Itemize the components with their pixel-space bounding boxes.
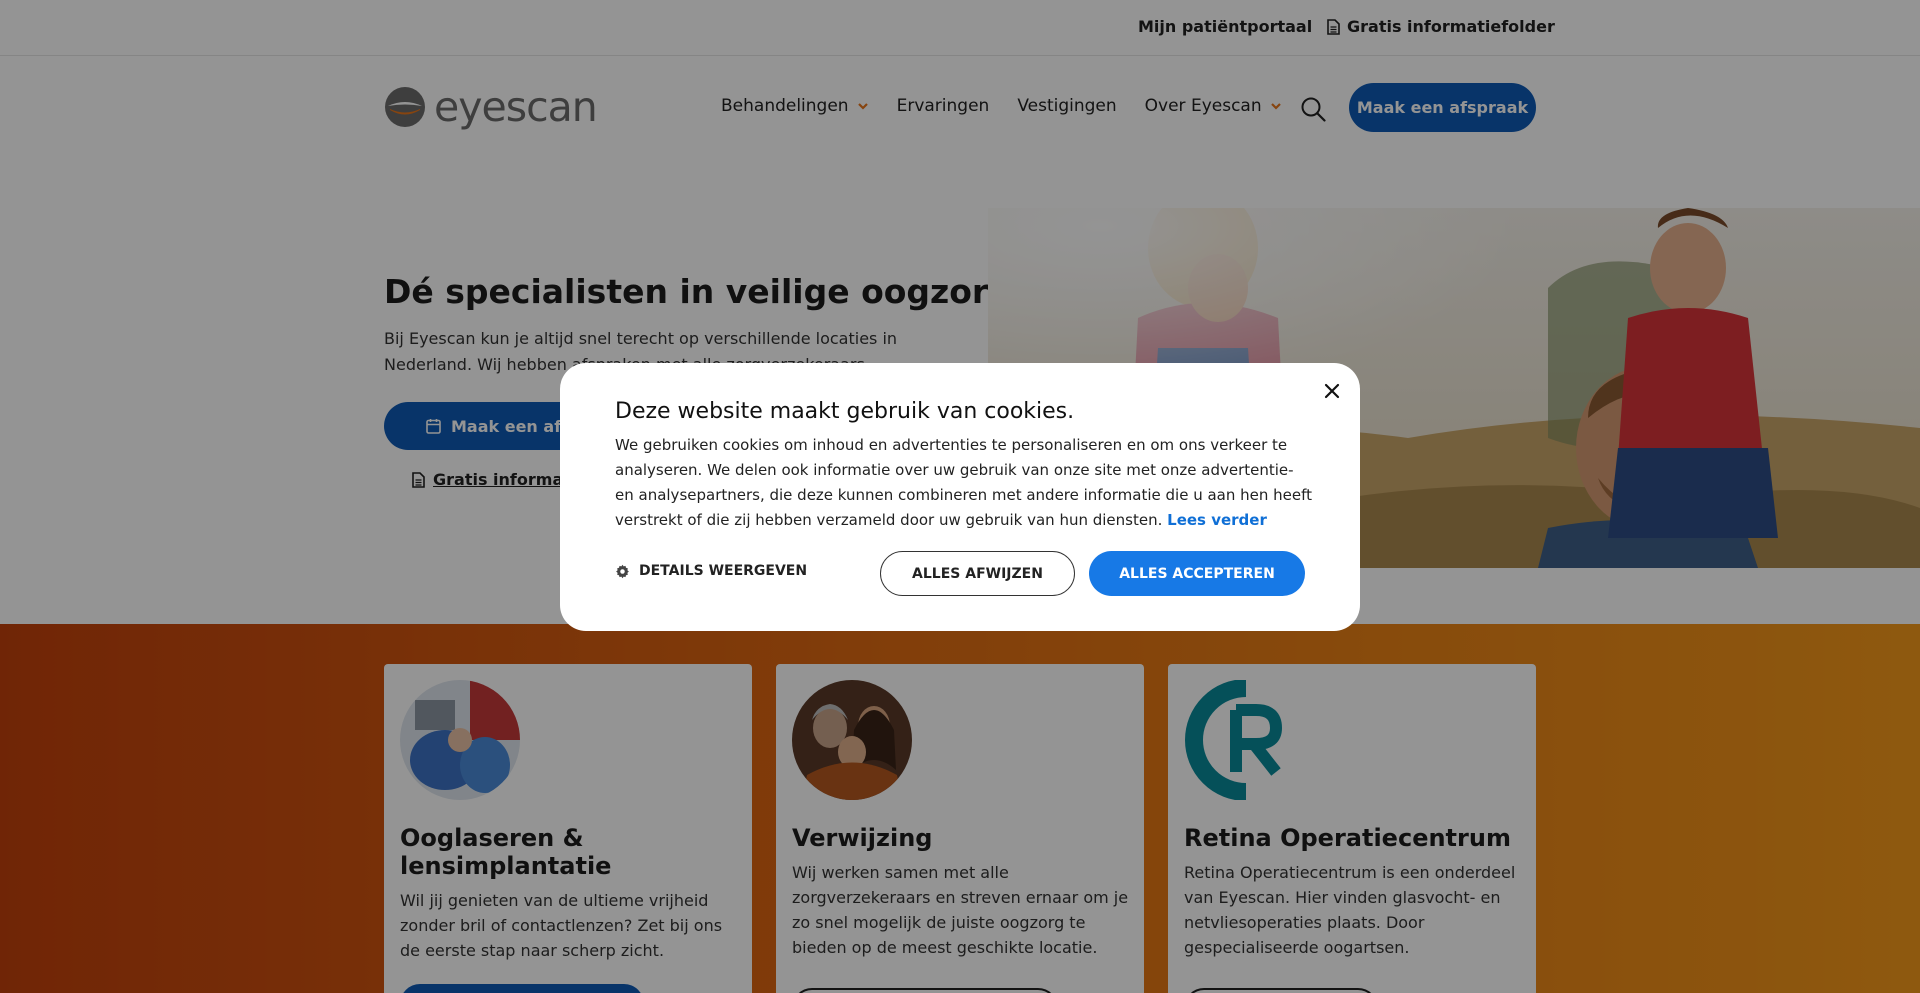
show-details-button[interactable]: DETAILS WEERGEVEN bbox=[615, 563, 807, 579]
close-icon bbox=[1324, 383, 1340, 399]
reject-all-button[interactable]: ALLES AFWIJZEN bbox=[880, 551, 1075, 596]
cookie-title: Deze website maakt gebruik van cookies. bbox=[615, 399, 1075, 424]
accept-all-button[interactable]: ALLES ACCEPTEREN bbox=[1089, 551, 1305, 596]
read-more-link[interactable]: Lees verder bbox=[1167, 511, 1267, 529]
close-button[interactable] bbox=[1318, 377, 1346, 405]
gear-icon bbox=[616, 564, 629, 578]
cookie-text-block: We gebruiken cookies om inhoud en advert… bbox=[615, 433, 1315, 533]
show-details-label: DETAILS WEERGEVEN bbox=[639, 563, 808, 579]
cookie-consent-dialog: Deze website maakt gebruik van cookies. … bbox=[560, 363, 1360, 631]
